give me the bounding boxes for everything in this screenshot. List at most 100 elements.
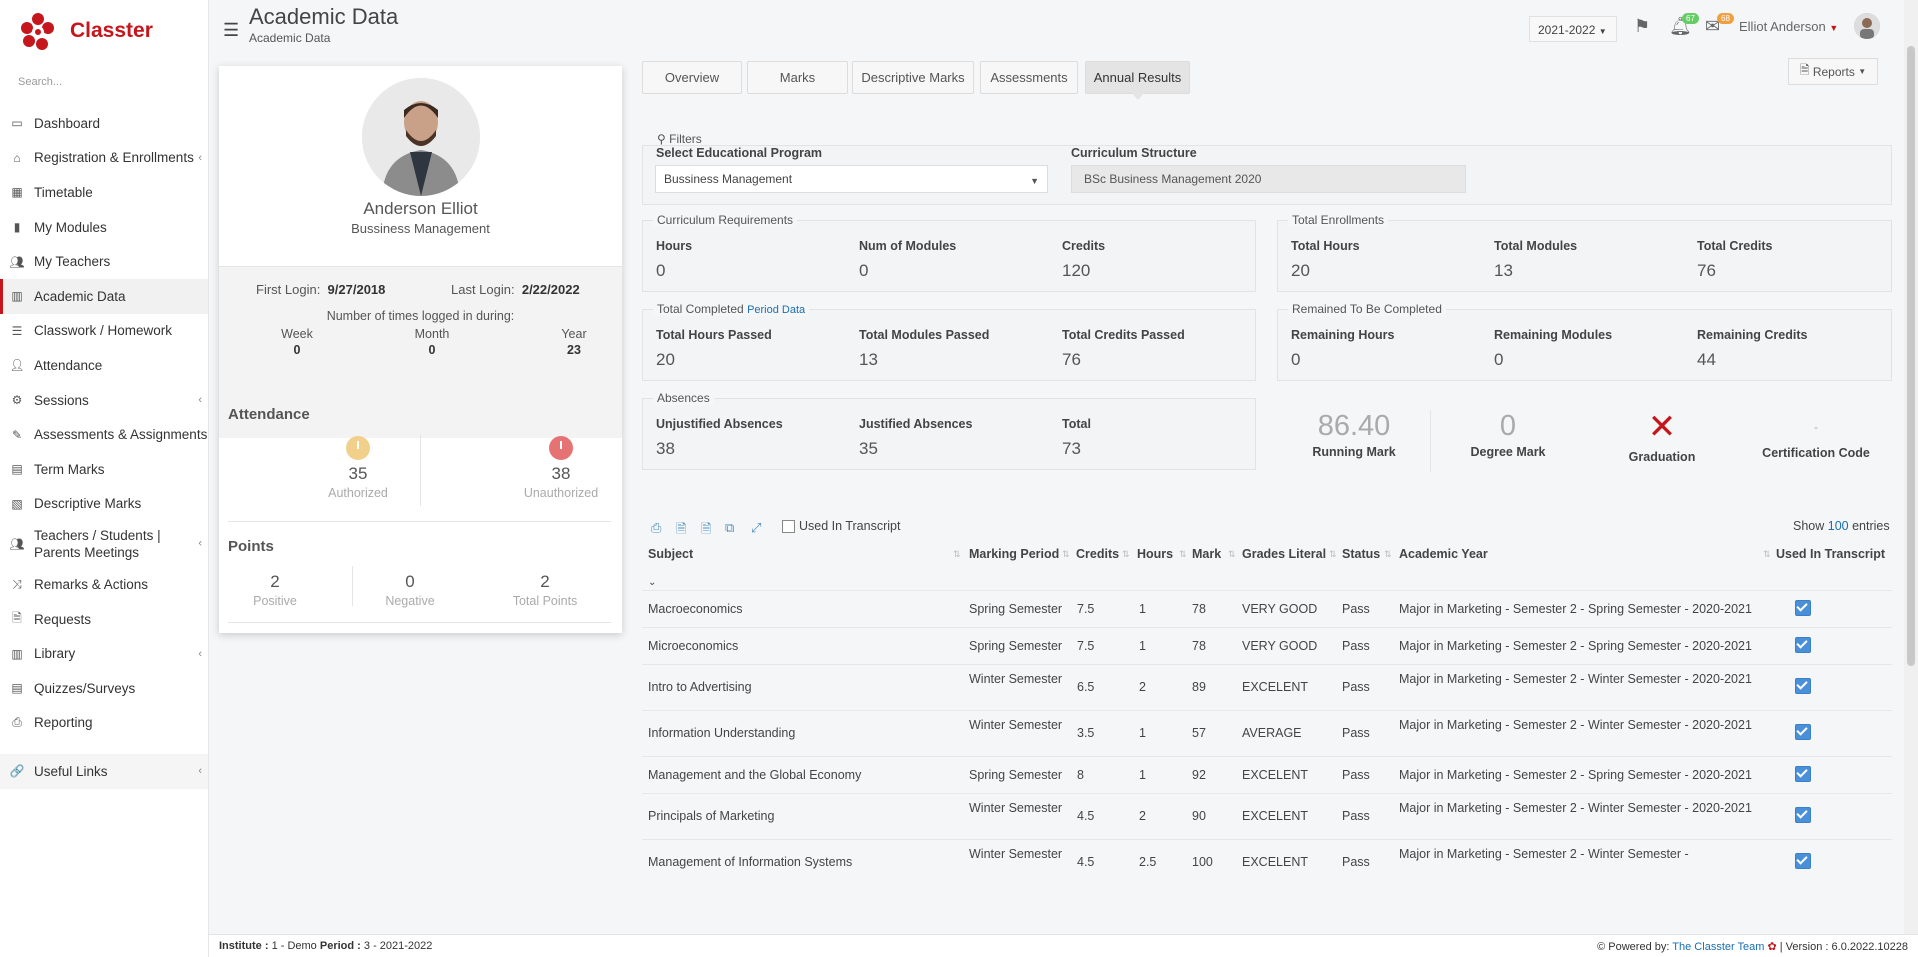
sidebar-item-attendance[interactable]: 👤︎ Attendance <box>0 348 208 383</box>
print-icon[interactable]: ⎙ <box>651 520 661 536</box>
cell-grade: EXCELENT <box>1242 855 1308 869</box>
col-marking-period[interactable]: Marking Period <box>969 547 1059 561</box>
tab-descriptive-marks[interactable]: Descriptive Marks <box>852 61 974 94</box>
used-in-transcript-checkbox[interactable] <box>1795 807 1811 823</box>
col-credits[interactable]: Credits <box>1076 547 1119 561</box>
sidebar-item-registration-enrollments[interactable]: ⌂ Registration & Enrollments ‹ <box>0 141 208 176</box>
tab-overview[interactable]: Overview <box>642 61 742 94</box>
clock-icon <box>549 436 573 460</box>
cell-credits: 6.5 <box>1077 680 1095 694</box>
team-link[interactable]: The Classter Team <box>1672 941 1764 953</box>
excel-icon[interactable]: 🗎 <box>676 520 686 542</box>
logo[interactable]: Classter <box>0 0 208 62</box>
scrollbar-thumb[interactable] <box>1907 46 1915 666</box>
page-size-value[interactable]: 100 <box>1828 519 1849 533</box>
sidebar-item-term-marks[interactable]: ▤ Term Marks <box>0 452 208 487</box>
chart-icon: ▥ <box>11 289 23 304</box>
sidebar-item-library[interactable]: ▥ Library ‹ <box>0 636 208 671</box>
period-value: 3 - 2021-2022 <box>363 940 433 952</box>
used-in-transcript-checkbox[interactable] <box>1795 636 1811 653</box>
sidebar-item-label: Useful Links <box>34 763 108 779</box>
sidebar-item-dashboard[interactable]: ▭ Dashboard <box>0 106 208 141</box>
sidebar-item-classwork-homework[interactable]: ☰ Classwork / Homework <box>0 314 208 349</box>
sidebar-item-academic-data[interactable]: ▥ Academic Data <box>0 278 208 314</box>
sidebar-item-teachers-students-parents-meetings[interactable]: 👥︎ Teachers / Students | Parents Meetings… <box>0 521 208 567</box>
sort-icon[interactable]: ⇅ <box>1329 549 1337 560</box>
used-in-transcript-checkbox[interactable] <box>1795 678 1811 694</box>
positive-value: 2 <box>270 572 280 591</box>
col-status[interactable]: Status <box>1342 547 1380 561</box>
col-mark[interactable]: Mark <box>1192 547 1221 561</box>
col-academic-year[interactable]: Academic Year <box>1399 547 1488 561</box>
sort-icon[interactable]: ⇅ <box>1384 549 1392 560</box>
sidebar-item-remarks-actions[interactable]: ⤨ Remarks & Actions <box>0 567 208 602</box>
cell-status: Pass <box>1342 809 1370 823</box>
graduation-label: Graduation <box>1628 450 1696 464</box>
sidebar-item-sessions[interactable]: ⚙ Sessions ‹ <box>0 383 208 418</box>
used-in-transcript-checkbox[interactable] <box>1795 765 1811 782</box>
expand-icon[interactable]: ⤢ <box>751 520 761 536</box>
scrollbar[interactable] <box>1904 0 1918 934</box>
flag-icon[interactable]: ⚑ <box>1634 16 1650 37</box>
sidebar-item-requests[interactable]: 🗎 Requests <box>0 602 208 637</box>
user-menu[interactable]: Elliot Anderson ▼ <box>1739 19 1838 34</box>
sidebar-search[interactable]: Search... <box>0 62 208 106</box>
sort-icon[interactable]: ⇅ <box>1062 549 1070 560</box>
sidebar-item-assessments-assignments[interactable]: ✎ Assessments & Assignments <box>0 417 208 452</box>
sidebar-item-useful-links[interactable]: 🔗 Useful Links ‹ <box>0 754 208 789</box>
cell-mark: 57 <box>1192 726 1206 740</box>
sidebar-item-my-modules[interactable]: ▮ My Modules <box>0 210 208 245</box>
cell-subject: Management and the Global Economy <box>648 767 862 782</box>
avatar[interactable] <box>1854 13 1880 39</box>
tab-marks[interactable]: Marks <box>747 61 848 94</box>
used-in-transcript-filter-checkbox[interactable] <box>782 520 795 533</box>
tab-assessments[interactable]: Assessments <box>980 61 1078 94</box>
reports-button[interactable]: 🗎 Reports ▼ <box>1788 58 1878 85</box>
copy-icon[interactable]: ⧉ <box>725 520 734 536</box>
sidebar-item-timetable[interactable]: ▦ Timetable <box>0 175 208 210</box>
running-mark: 86.40 Running Mark <box>1289 410 1419 459</box>
sort-icon[interactable]: ⇅ <box>953 549 961 560</box>
cell-year: Major in Marketing - Semester 2 - Winter… <box>1399 672 1752 686</box>
col-hours[interactable]: Hours <box>1137 547 1173 561</box>
absences-panel: Absences Unjustified Absences 38 Justifi… <box>642 391 1256 470</box>
footer-info: Institute : 1 - Demo Period : 3 - 2021-2… <box>219 940 432 952</box>
sidebar-item-my-teachers[interactable]: 👥︎ My Teachers <box>0 244 208 279</box>
tab-annual-results[interactable]: Annual Results <box>1085 61 1190 100</box>
total-enrollments-panel: Total Enrollments Total Hours 20 Total M… <box>1277 213 1892 292</box>
show-entries[interactable]: Show 100 entries <box>1793 517 1890 535</box>
year-select[interactable]: 2021-2022 ▼ <box>1529 16 1617 42</box>
cell-year: Major in Marketing - Semester 2 - Spring… <box>1399 601 1752 616</box>
program-value: Bussiness Management <box>664 172 793 186</box>
positive-stat: 2 Positive <box>225 568 325 608</box>
sidebar-item-descriptive-marks[interactable]: ▧ Descriptive Marks <box>0 487 208 522</box>
filters-legend: ⚲ Filters <box>653 132 706 146</box>
sort-icon[interactable]: ⇅ <box>1228 549 1236 560</box>
program-select[interactable]: Bussiness Management ▼ <box>655 165 1048 193</box>
sidebar-item-label: Remarks & Actions <box>34 576 149 592</box>
sidebar-item-reporting[interactable]: ⎙ Reporting <box>0 706 208 741</box>
csv-icon[interactable]: 🗎 <box>701 520 711 542</box>
col-used-in-transcript[interactable]: Used In Transcript <box>1776 547 1885 561</box>
used-in-transcript-checkbox[interactable] <box>1795 724 1811 740</box>
week-label: Week <box>281 327 313 341</box>
sort-icon[interactable]: ⇅ <box>1179 549 1187 560</box>
used-in-transcript-checkbox[interactable] <box>1795 853 1811 869</box>
col-subject[interactable]: Subject <box>648 547 693 561</box>
sort-icon[interactable]: ⇅ <box>1122 549 1130 560</box>
enrollments-legend: Total Enrollments <box>1288 213 1389 227</box>
copyright-icon: © <box>1597 941 1606 953</box>
used-in-transcript-checkbox[interactable] <box>1795 599 1811 616</box>
sidebar-item-quizzes-surveys[interactable]: ▤ Quizzes/Surveys <box>0 671 208 706</box>
last-login: Last Login: 2/22/2022 <box>451 282 580 297</box>
col-grades-literal[interactable]: Grades Literal <box>1242 547 1326 561</box>
menu-toggle-icon[interactable]: ☰ <box>223 20 239 41</box>
completed-legend: Total Completed Period Data <box>653 302 810 316</box>
times-logged-label: Number of times logged in during: <box>326 309 515 323</box>
app-name: Classter <box>70 19 153 42</box>
period-data-link[interactable]: Period Data <box>747 304 805 316</box>
sort-icon[interactable]: ⇅ <box>1763 549 1771 560</box>
cell-grade: EXCELENT <box>1242 767 1308 782</box>
remaining-modules-value: 0 <box>1494 350 1504 369</box>
document-icon: 🗎 <box>1799 63 1810 77</box>
